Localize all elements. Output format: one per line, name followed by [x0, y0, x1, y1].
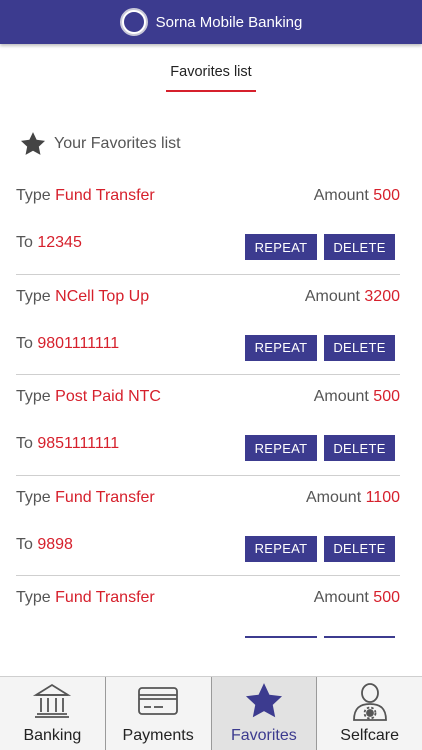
repeat-button[interactable]: REPEAT — [245, 636, 317, 638]
favorite-item: Type Fund Transfer Amount 1100 To 9898 R… — [16, 476, 400, 576]
amount-label: Amount — [306, 488, 366, 506]
favorite-to: To 9898 — [16, 636, 73, 638]
to-value: 9851111111 — [37, 435, 120, 452]
amount-value: 500 — [373, 388, 400, 405]
type-value: Fund Transfer — [55, 187, 155, 204]
amount-label: Amount — [313, 388, 374, 405]
favorite-actions: REPEAT DELETE — [245, 334, 395, 361]
nav-favorites[interactable]: Favorites — [211, 677, 318, 750]
nav-label: Selfcare — [340, 727, 399, 744]
type-label: Type — [16, 388, 56, 405]
favorite-amount: Amount 500 — [314, 388, 400, 406]
favorite-amount: Amount 1100 — [306, 489, 400, 507]
type-label: Type — [16, 187, 56, 204]
favorite-row-top: Type Post Paid NTC Amount 500 — [16, 388, 400, 406]
type-label: Type — [16, 488, 56, 506]
favorite-type: Type Fund Transfer — [16, 589, 155, 607]
delete-button[interactable]: DELETE — [324, 234, 395, 260]
amount-label: Amount — [304, 287, 365, 305]
to-value: 9898 — [37, 535, 73, 553]
favorite-row-top: Type NCell Top Up Amount 3200 — [16, 288, 400, 306]
to-label: To — [16, 334, 38, 352]
to-value: 9801111111 — [37, 334, 120, 352]
favorite-item: Type Fund Transfer Amount 500 To 12345 R… — [16, 174, 400, 275]
type-value: Fund Transfer — [55, 488, 155, 506]
bottom-nav: Banking Payments Favorites Selfcare — [0, 676, 422, 750]
app-title: Sorna Mobile Banking — [155, 13, 303, 31]
to-label: To — [16, 636, 37, 638]
favorite-item: Type NCell Top Up Amount 3200 To 9801111… — [16, 275, 400, 375]
amount-value: 1100 — [365, 488, 400, 506]
to-value: 9898 — [37, 636, 73, 638]
favorite-actions: REPEAT DELETE — [245, 636, 395, 638]
favorite-to: To 12345 — [16, 234, 82, 252]
repeat-button[interactable]: REPEAT — [245, 435, 317, 461]
repeat-button[interactable]: REPEAT — [245, 234, 317, 260]
nav-banking[interactable]: Banking — [0, 677, 106, 750]
favorites-heading-label: Your Favorites list — [54, 135, 181, 152]
favorite-type: Type NCell Top Up — [16, 288, 149, 306]
card-icon — [136, 679, 180, 723]
to-label: To — [16, 234, 38, 251]
delete-button[interactable]: DELETE — [324, 636, 395, 638]
type-value: Post Paid NTC — [55, 388, 161, 405]
favorites-heading: Your Favorites list — [18, 130, 181, 158]
amount-value: 500 — [373, 589, 400, 606]
favorite-amount: Amount 3200 — [305, 288, 400, 306]
delete-button[interactable]: DELETE — [324, 334, 395, 361]
app-header: Sorna Mobile Banking — [0, 0, 422, 44]
delete-button[interactable]: DELETE — [324, 435, 395, 461]
nav-selfcare[interactable]: Selfcare — [317, 677, 422, 750]
favorite-actions: REPEAT DELETE — [245, 435, 395, 461]
bank-icon — [30, 679, 74, 723]
favorite-amount: Amount 500 — [314, 187, 400, 205]
to-label: To — [16, 435, 38, 452]
favorite-actions: REPEAT DELETE — [245, 535, 395, 562]
favorite-row-top: Type Fund Transfer Amount 500 — [16, 187, 400, 205]
top-tab-bar: Favorites list — [0, 44, 422, 96]
star-icon — [242, 679, 286, 723]
nav-payments[interactable]: Payments — [106, 677, 212, 750]
bank-logo — [119, 8, 148, 36]
favorite-amount: Amount 500 — [314, 589, 400, 607]
amount-value: 500 — [373, 187, 400, 204]
type-label: Type — [16, 287, 56, 305]
favorite-to: To 9801111111 — [16, 335, 119, 353]
to-label: To — [16, 535, 38, 553]
amount-label: Amount — [313, 187, 374, 204]
tab-favorites-list[interactable]: Favorites list — [166, 64, 256, 92]
repeat-button[interactable]: REPEAT — [245, 334, 317, 361]
type-label: Type — [16, 589, 56, 606]
favorite-item: Type Post Paid NTC Amount 500 To 9851111… — [16, 375, 400, 476]
type-value: Fund Transfer — [55, 589, 155, 606]
favorites-list[interactable]: Type Fund Transfer Amount 500 To 12345 R… — [16, 174, 400, 638]
favorite-type: Type Fund Transfer — [16, 187, 155, 205]
star-icon — [20, 132, 46, 155]
favorite-item: Type Fund Transfer Amount 500 To 9898 RE… — [16, 576, 400, 638]
nav-label: Banking — [23, 727, 82, 744]
nav-label: Payments — [122, 727, 194, 744]
amount-label: Amount — [313, 589, 374, 606]
repeat-button[interactable]: REPEAT — [245, 535, 317, 562]
favorite-row-top: Type Fund Transfer Amount 500 — [16, 589, 400, 607]
type-value: NCell Top Up — [55, 287, 150, 305]
favorite-type: Type Post Paid NTC — [16, 388, 161, 406]
nav-label: Favorites — [230, 727, 297, 744]
amount-value: 3200 — [364, 287, 400, 305]
favorite-type: Type Fund Transfer — [16, 489, 155, 507]
favorite-to: To 9851111111 — [16, 435, 119, 453]
user-gear-icon — [348, 679, 392, 723]
favorite-to: To 9898 — [16, 536, 73, 554]
delete-button[interactable]: DELETE — [324, 535, 395, 562]
to-value: 12345 — [37, 234, 82, 251]
favorite-actions: REPEAT DELETE — [245, 234, 395, 260]
favorite-row-top: Type Fund Transfer Amount 1100 — [16, 489, 400, 507]
